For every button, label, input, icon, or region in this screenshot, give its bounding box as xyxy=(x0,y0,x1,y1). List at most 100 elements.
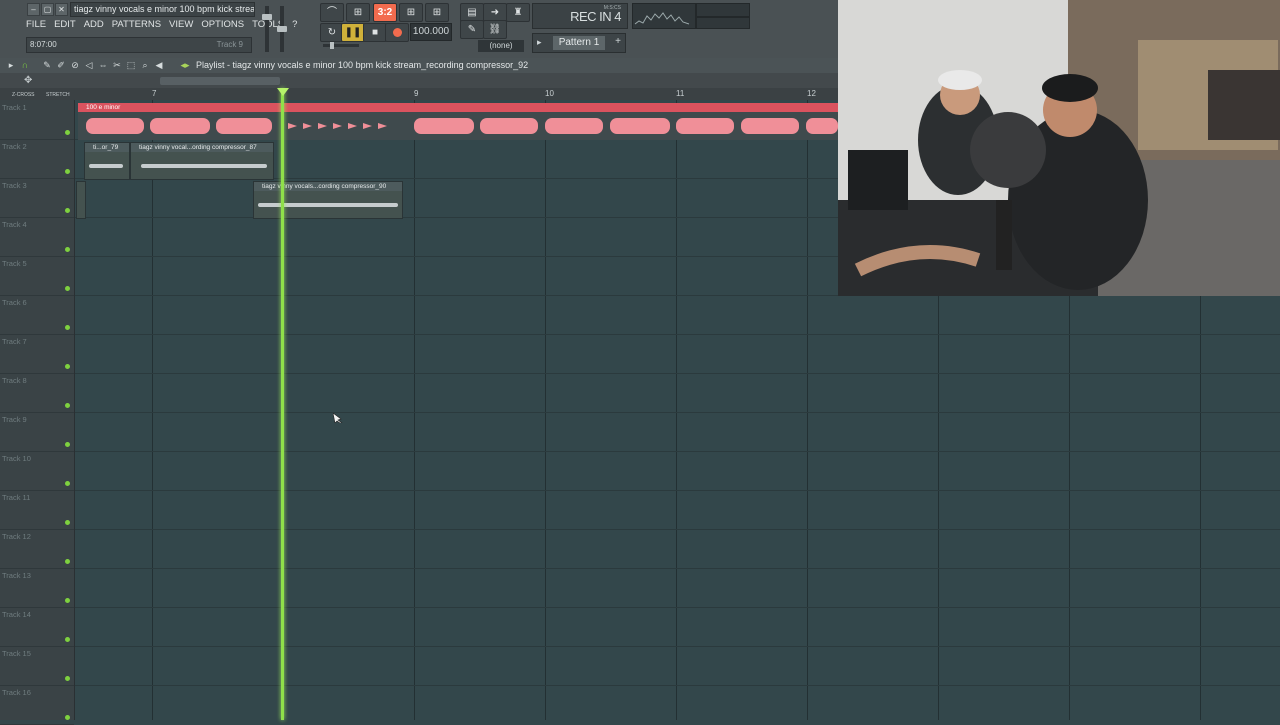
playlist-arrows-icon[interactable]: ◂▸ xyxy=(180,60,190,70)
clip-title: ti...or_79 xyxy=(85,143,129,152)
audio-clip-vocal[interactable]: tiagz vinny vocals...cording compressor_… xyxy=(253,181,403,219)
track-header[interactable]: Track 8 xyxy=(0,373,74,413)
pattern-mode-select[interactable]: (none) xyxy=(478,40,524,52)
menu-options[interactable]: OPTIONS xyxy=(201,18,244,32)
crossfade-label[interactable]: Z-CROSS xyxy=(12,92,35,98)
track-mute-led[interactable] xyxy=(65,403,70,408)
horizontal-scrollbar[interactable] xyxy=(160,77,280,85)
track-mute-led[interactable] xyxy=(65,325,70,330)
stretch-label[interactable]: STRETCH xyxy=(46,92,70,98)
playlist-toolbar: ▸ ∩ ✎ ✐ ⊘ ◁ ⇔ ✂ ⬚ ⌕ ◀ ◂▸ Playlist - tiag… xyxy=(0,58,838,73)
stop-button[interactable]: ■ xyxy=(363,23,387,42)
paint-tool-icon[interactable]: ✐ xyxy=(56,60,66,70)
track-mute-led[interactable] xyxy=(65,208,70,213)
track-mute-led[interactable] xyxy=(65,520,70,525)
select-tool-icon[interactable]: ⬚ xyxy=(126,60,136,70)
main-volume-slider[interactable] xyxy=(323,44,359,47)
rec-in-label: REC IN 4 xyxy=(570,9,621,24)
audio-clip-vocal-stub[interactable] xyxy=(76,181,86,219)
track-header[interactable]: Track 10 xyxy=(0,451,74,491)
track-mute-led[interactable] xyxy=(65,481,70,486)
move-icon[interactable]: ✥ xyxy=(24,75,32,86)
song-position-display[interactable]: 3:2 xyxy=(373,3,397,22)
track-mute-led[interactable] xyxy=(65,247,70,252)
tempo-display[interactable]: 100.000 xyxy=(410,23,452,41)
menu-edit[interactable]: EDIT xyxy=(54,18,76,32)
metronome-button[interactable]: ⌒ xyxy=(320,3,344,22)
playlist-menu-icon[interactable]: ▸ xyxy=(6,60,16,70)
track-mute-led[interactable] xyxy=(65,169,70,174)
track-header[interactable]: Track 11 xyxy=(0,490,74,530)
track-mute-led[interactable] xyxy=(65,559,70,564)
track-header[interactable]: Track 6 xyxy=(0,295,74,335)
app-title: tiagz vinny vocals e minor 100 bpm kick … xyxy=(70,2,255,17)
audio-clip-kick-header[interactable]: 100 e minor xyxy=(78,103,846,112)
timeline-ruler[interactable]: Z-CROSS STRETCH 7 9 10 11 12 xyxy=(0,88,838,100)
track-header[interactable]: Track 14 xyxy=(0,607,74,647)
master-volume-slider[interactable] xyxy=(265,6,269,52)
pattern-selector[interactable]: ▸ Pattern 1 + xyxy=(532,33,626,53)
delete-tool-icon[interactable]: ⊘ xyxy=(70,60,80,70)
track-header[interactable]: Track 12 xyxy=(0,529,74,569)
menu-view[interactable]: VIEW xyxy=(169,18,193,32)
zoom-tool-icon[interactable]: ⌕ xyxy=(140,60,150,70)
kick-waveform xyxy=(414,118,474,134)
kick-waveform xyxy=(480,118,538,134)
menu-help[interactable]: ? xyxy=(292,18,297,32)
link-icon[interactable]: ⛓ xyxy=(483,20,507,39)
track-header[interactable]: Track 16 xyxy=(0,685,74,725)
loop-record-button[interactable]: ⊞ xyxy=(425,3,449,22)
audio-clip-vocal[interactable]: tiagz vinny vocal...ording compressor_87 xyxy=(130,142,274,180)
pattern-add-icon[interactable]: + xyxy=(615,36,621,47)
track-header[interactable]: Track 5 xyxy=(0,256,74,296)
track-header[interactable]: Track 1 xyxy=(0,100,74,140)
record-button[interactable] xyxy=(385,23,409,42)
track-mute-led[interactable] xyxy=(65,442,70,447)
track-mute-led[interactable] xyxy=(65,130,70,135)
menu-file[interactable]: FILE xyxy=(26,18,46,32)
master-pitch-knob[interactable] xyxy=(277,26,287,32)
menu-patterns[interactable]: PATTERNS xyxy=(112,18,161,32)
pause-button[interactable]: ❚❚ xyxy=(341,23,365,42)
clip-waveform xyxy=(141,164,267,168)
close-button[interactable]: ✕ xyxy=(55,3,68,16)
main-volume-slider-knob[interactable] xyxy=(330,42,334,49)
playhead-marker-icon[interactable] xyxy=(277,88,289,96)
blend-notes-button[interactable]: ⊞ xyxy=(399,3,423,22)
hint-track: Track 9 xyxy=(216,40,243,49)
track-mute-led[interactable] xyxy=(65,715,70,720)
maximize-button[interactable]: ▢ xyxy=(41,3,54,16)
paint-tool-button[interactable]: ✎ xyxy=(460,20,484,39)
track-header[interactable]: Track 3 xyxy=(0,178,74,218)
hint-bar: 8:07:00 Track 9 xyxy=(26,37,252,53)
draw-tool-icon[interactable]: ✎ xyxy=(42,60,52,70)
track-header[interactable]: Track 15 xyxy=(0,646,74,686)
slice-tool-icon[interactable]: ✂ xyxy=(112,60,122,70)
track-header[interactable]: Track 2 xyxy=(0,139,74,179)
playhead[interactable] xyxy=(281,88,284,720)
track-mute-led[interactable] xyxy=(65,598,70,603)
track-mute-led[interactable] xyxy=(65,286,70,291)
track-mute-led[interactable] xyxy=(65,637,70,642)
mute-tool-icon[interactable]: ◁ xyxy=(84,60,94,70)
track-header[interactable]: Track 4 xyxy=(0,217,74,257)
track-header[interactable]: Track 7 xyxy=(0,334,74,374)
menu-add[interactable]: ADD xyxy=(84,18,104,32)
playback-tool-icon[interactable]: ◀ xyxy=(154,60,164,70)
wait-input-button[interactable]: ⊞ xyxy=(346,3,370,22)
master-volume-knob[interactable] xyxy=(262,14,272,20)
track-mute-led[interactable] xyxy=(65,676,70,681)
slip-tool-icon[interactable]: ⇔ xyxy=(98,60,108,70)
track-header[interactable]: Track 13 xyxy=(0,568,74,608)
rec-in-display: M:S:CS REC IN 4 xyxy=(532,3,628,29)
minimize-button[interactable]: – xyxy=(27,3,40,16)
track-name: Track 11 xyxy=(2,493,31,502)
kick-waveform xyxy=(610,118,670,134)
audio-clip-vocal[interactable]: ti...or_79 xyxy=(84,142,130,180)
pattern-prev-icon[interactable]: ▸ xyxy=(537,37,542,48)
track-mute-led[interactable] xyxy=(65,364,70,369)
plugin-picker-button[interactable]: ♜ xyxy=(506,3,530,22)
magnet-icon[interactable]: ∩ xyxy=(20,60,30,70)
track-name: Track 12 xyxy=(2,532,31,541)
track-header[interactable]: Track 9 xyxy=(0,412,74,452)
